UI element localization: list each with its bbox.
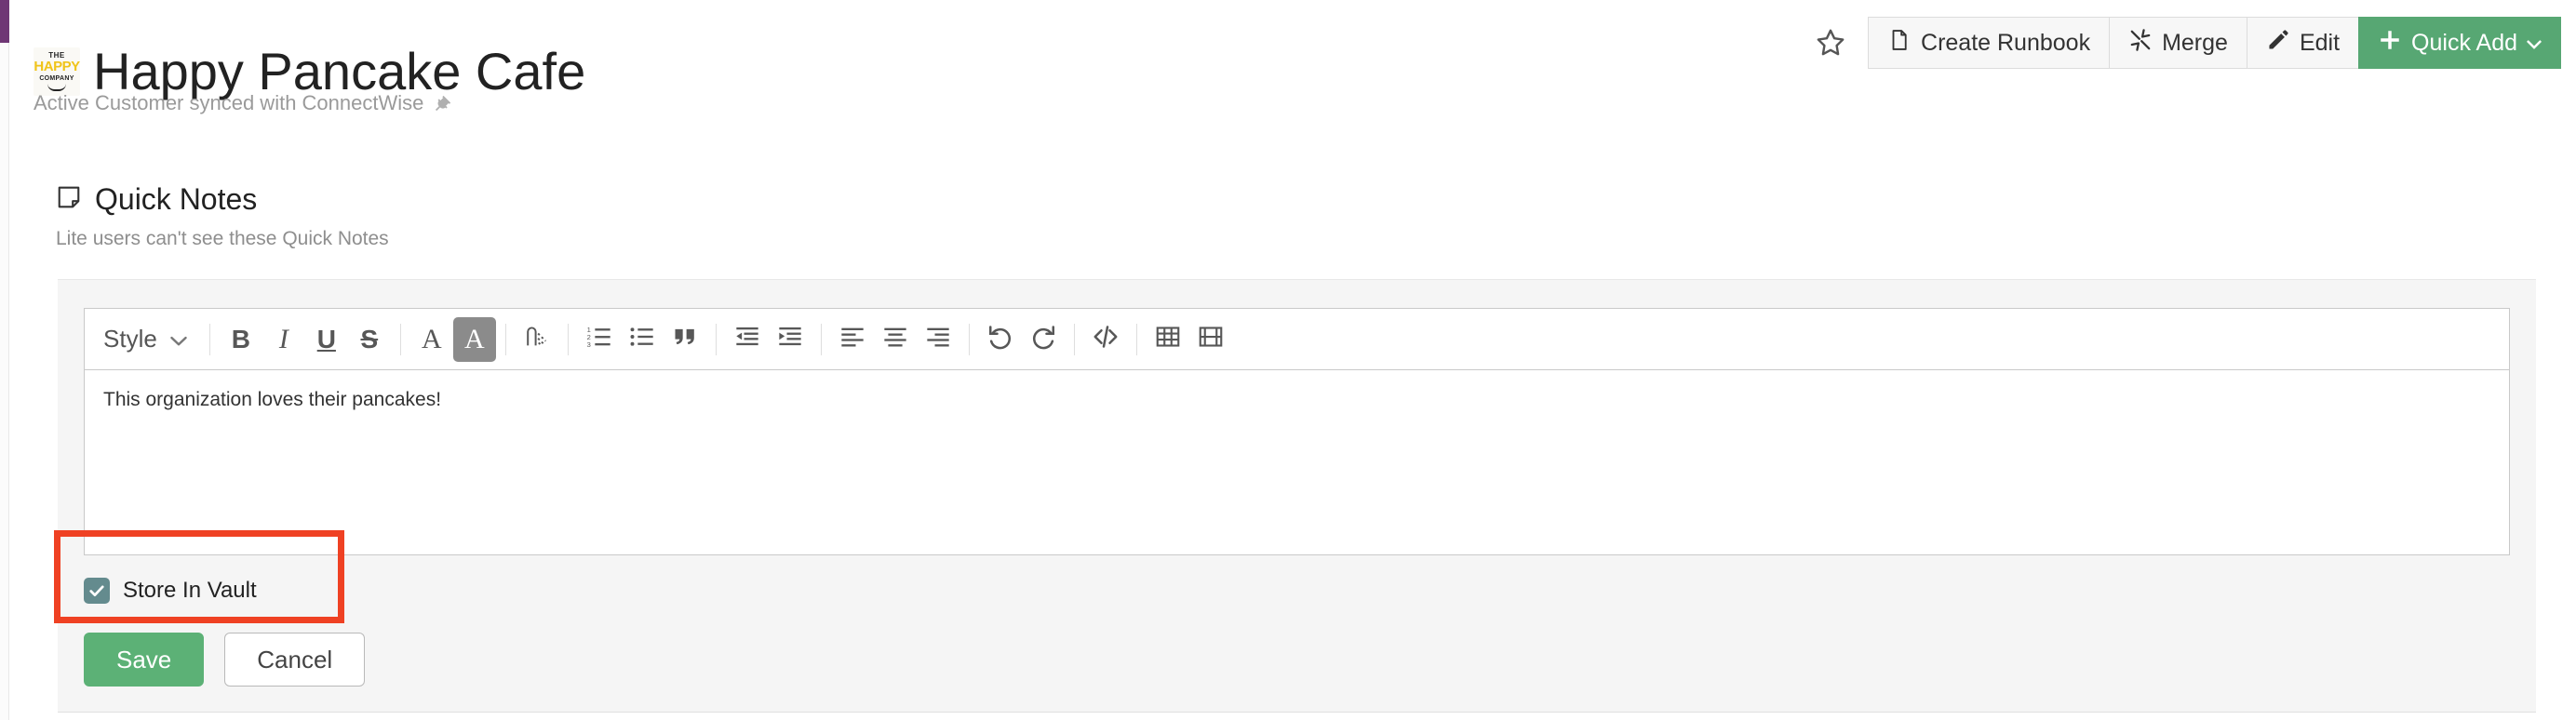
merge-label: Merge	[2162, 29, 2228, 56]
chevron-down-icon	[170, 325, 187, 353]
editor-content[interactable]: This organization loves their pancakes!	[85, 370, 2509, 430]
logo-smile	[47, 84, 66, 91]
svg-text:3: 3	[586, 340, 590, 349]
font-color-glyph: A	[421, 323, 442, 354]
toolbar-separator	[567, 323, 569, 355]
checkmark-icon	[89, 585, 104, 596]
font-color-button[interactable]: A	[410, 317, 453, 362]
create-runbook-button[interactable]: Create Runbook	[1868, 17, 2111, 69]
pencil-icon	[2266, 28, 2290, 59]
store-in-vault-label: Store In Vault	[123, 578, 257, 603]
editor-toolbar: Style B I U S A A 1 2 3	[85, 309, 2509, 370]
logo-line-company: COMPANY	[39, 74, 74, 82]
quick-add-label: Quick Add	[2411, 29, 2517, 56]
align-right-icon	[925, 324, 951, 354]
chevron-down-icon	[2527, 30, 2542, 57]
store-in-vault-checkbox[interactable]	[84, 578, 110, 604]
code-icon	[1092, 323, 1120, 355]
bulleted-list-button[interactable]	[621, 317, 664, 362]
edit-label: Edit	[2299, 29, 2341, 56]
edit-button[interactable]: Edit	[2246, 17, 2360, 69]
star-icon[interactable]	[1805, 17, 1857, 69]
unordered-list-icon	[629, 324, 655, 354]
rich-text-editor: Style B I U S A A 1 2 3 This organizatio…	[84, 308, 2510, 555]
quick-add-button[interactable]: Quick Add	[2358, 17, 2561, 69]
toolbar-separator	[208, 323, 210, 355]
redo-icon	[1029, 323, 1057, 355]
quick-notes-title: Quick Notes	[95, 182, 258, 216]
toolbar-separator	[1073, 323, 1075, 355]
toolbar-separator	[715, 323, 717, 355]
numbered-list-button[interactable]: 1 2 3	[578, 317, 621, 362]
table-icon	[1154, 323, 1182, 355]
remove-format-button[interactable]	[516, 317, 558, 362]
style-dropdown-label: Style	[103, 325, 157, 353]
form-footer: Save Cancel	[84, 633, 366, 687]
quick-notes-heading: Quick Notes	[56, 182, 257, 217]
plus-icon	[2378, 28, 2402, 59]
undo-icon	[986, 323, 1014, 355]
eraser-icon	[524, 324, 550, 354]
insert-table-button[interactable]	[1147, 317, 1189, 362]
company-logo: THE HAPPY COMPANY	[34, 47, 80, 96]
logo-line-happy: HAPPY	[34, 58, 80, 74]
merge-button[interactable]: Merge	[2109, 17, 2247, 69]
blockquote-button[interactable]	[664, 317, 706, 362]
sticky-note-icon	[56, 184, 82, 215]
save-button[interactable]: Save	[84, 633, 205, 687]
outdent-button[interactable]	[726, 317, 769, 362]
ordered-list-icon: 1 2 3	[586, 324, 612, 354]
page-subtitle: Active Customer synced with ConnectWise	[34, 91, 451, 115]
video-icon	[1197, 323, 1225, 355]
undo-button[interactable]	[979, 317, 1022, 362]
italic-button[interactable]: I	[262, 317, 305, 362]
toolbar-separator	[1135, 323, 1137, 355]
toolbar-separator	[820, 323, 822, 355]
bold-button[interactable]: B	[220, 317, 262, 362]
toolbar-separator	[399, 323, 401, 355]
align-right-button[interactable]	[917, 317, 959, 362]
highlight-color-button[interactable]: A	[452, 316, 496, 362]
italic-glyph: I	[278, 323, 288, 354]
bold-glyph: B	[231, 324, 250, 353]
underline-button[interactable]: U	[305, 317, 348, 362]
page-root: THE HAPPY COMPANY Happy Pancake Cafe Act…	[0, 0, 2576, 720]
align-center-button[interactable]	[874, 317, 917, 362]
document-icon	[1887, 28, 1912, 59]
merge-arrows-icon	[2128, 28, 2153, 59]
redo-button[interactable]	[1022, 317, 1065, 362]
source-code-button[interactable]	[1084, 317, 1127, 362]
toolbar-separator	[504, 323, 506, 355]
quote-icon	[672, 324, 698, 354]
page-header: THE HAPPY COMPANY Happy Pancake Cafe Act…	[0, 0, 2576, 140]
cancel-button[interactable]: Cancel	[224, 633, 366, 687]
strikethrough-glyph: S	[360, 324, 379, 353]
quick-notes-panel: Style B I U S A A 1 2 3 This organizatio…	[58, 279, 2536, 713]
header-actions: Create Runbook Merge Edit Quick Add	[1805, 17, 2561, 69]
create-runbook-label: Create Runbook	[1921, 29, 2091, 56]
indent-icon	[777, 324, 803, 354]
page-subtitle-text: Active Customer synced with ConnectWise	[34, 91, 424, 114]
align-left-button[interactable]	[831, 317, 874, 362]
style-dropdown[interactable]: Style	[98, 317, 200, 362]
toolbar-separator	[968, 323, 970, 355]
insert-video-button[interactable]	[1189, 317, 1232, 362]
align-center-icon	[882, 324, 908, 354]
highlight-color-glyph: A	[463, 323, 485, 354]
outdent-icon	[734, 324, 760, 354]
indent-button[interactable]	[769, 317, 812, 362]
strikethrough-button[interactable]: S	[348, 317, 391, 362]
sidebar-rail-body	[0, 43, 9, 720]
align-left-icon	[839, 324, 865, 354]
store-in-vault-row[interactable]: Store In Vault	[84, 578, 257, 604]
underline-glyph: U	[316, 324, 336, 353]
quick-notes-subtitle: Lite users can't see these Quick Notes	[56, 228, 389, 249]
plug-icon	[431, 93, 451, 113]
